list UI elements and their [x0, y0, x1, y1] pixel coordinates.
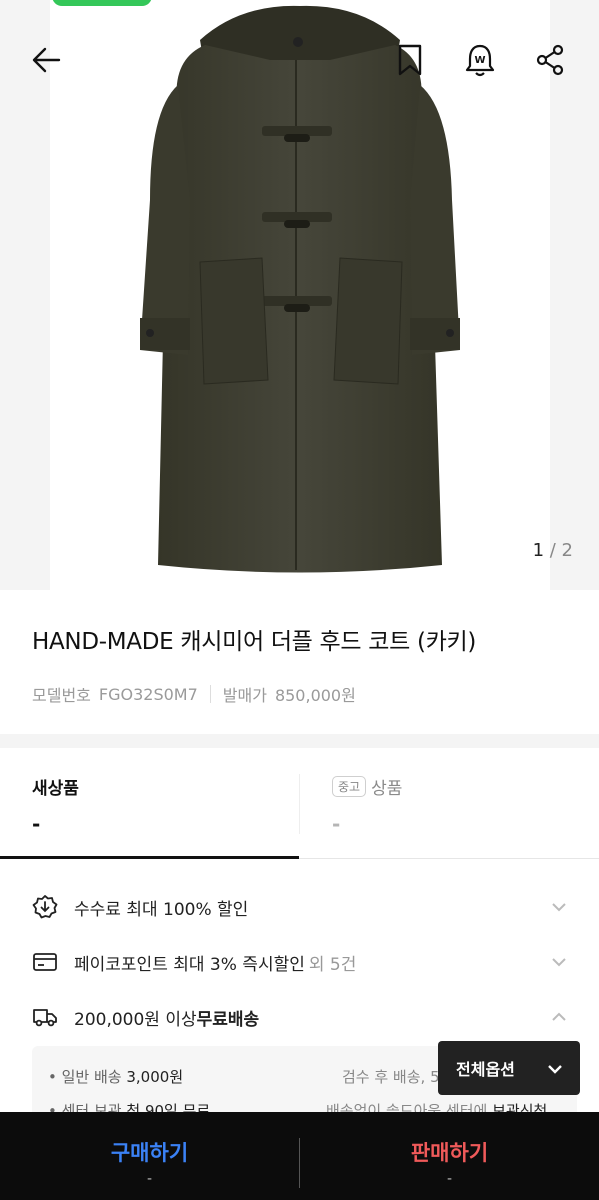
shipping-standard-value: 3,000원: [126, 1068, 184, 1086]
chevron-down-icon: [552, 958, 566, 967]
model-number-value: FGO32S0M7: [98, 684, 198, 704]
back-arrow-icon: [32, 47, 61, 73]
sell-button[interactable]: 판매하기 -: [300, 1112, 599, 1200]
price-alert-button[interactable]: W: [458, 38, 502, 82]
product-title: HAND-MADE 캐시미어 더플 후드 코트 (카키): [32, 629, 477, 655]
bottom-bar-divider: [299, 1138, 300, 1188]
benefit-shipping-bold: 무료배송: [196, 1009, 260, 1030]
shipping-standard-desc: 검수 후 배송, 5: [342, 1068, 440, 1086]
share-icon: [536, 44, 564, 76]
chevron-up-icon: [552, 1012, 566, 1021]
tab-used-product[interactable]: 중고 상품 -: [300, 748, 599, 858]
image-counter-total: / 2: [549, 540, 573, 561]
bookmark-icon: [398, 44, 422, 76]
price-alert-bell-icon: W: [465, 44, 495, 77]
tab-divider: [299, 774, 300, 834]
all-options-button[interactable]: 전체옵션: [438, 1041, 580, 1095]
benefit-payco-point[interactable]: 페이코포인트 최대 3% 즉시할인 외 5건: [32, 947, 572, 977]
used-badge: 중고: [332, 776, 367, 797]
share-button[interactable]: [528, 38, 572, 82]
benefit-payco-text: 페이코포인트 최대 3% 즉시할인: [74, 954, 305, 975]
tab-new-product[interactable]: 새상품 -: [0, 748, 299, 858]
buy-price: -: [146, 1171, 153, 1187]
benefit-fee-text: 수수료 최대 100% 할인: [74, 899, 249, 920]
tab-new-price: -: [32, 812, 41, 836]
shipping-standard-label: • 일반 배송: [48, 1068, 122, 1086]
benefit-payco-more: 외 5건: [308, 954, 357, 975]
chevron-down-icon: [552, 903, 566, 912]
discount-badge-icon: [32, 894, 58, 920]
tab-used-label: 상품: [371, 779, 403, 799]
tab-active-indicator: [0, 856, 299, 859]
sell-price: -: [446, 1171, 453, 1187]
meta-divider: [209, 685, 211, 703]
chevron-down-icon: [548, 1065, 562, 1074]
benefit-free-shipping[interactable]: 200,000원 이상 무료배송: [32, 1002, 572, 1032]
product-image-gallery[interactable]: W 1 / 2: [0, 0, 599, 590]
image-counter-current: 1: [532, 540, 545, 561]
buy-button[interactable]: 구매하기 -: [0, 1112, 299, 1200]
release-price-value: 850,000원: [274, 686, 356, 705]
card-icon: [32, 949, 58, 975]
image-counter: 1 / 2: [533, 540, 573, 561]
delivery-truck-icon: [32, 1004, 58, 1030]
duffle-coat-image: [140, 5, 460, 573]
model-number-label: 모델번호: [32, 686, 91, 705]
buy-label: 구매하기: [110, 1141, 189, 1165]
benefit-shipping-text: 200,000원 이상: [74, 1009, 197, 1030]
shipping-row-standard: • 일반 배송 3,000원: [48, 1066, 183, 1087]
all-options-label: 전체옵션: [456, 1060, 515, 1079]
back-button[interactable]: [25, 38, 69, 82]
tab-used-price: -: [332, 812, 341, 836]
product-meta: 모델번호 FGO32S0M7 발매가 850,000원: [32, 682, 356, 706]
sell-label: 판매하기: [410, 1141, 489, 1165]
benefit-fee-discount[interactable]: 수수료 최대 100% 할인: [32, 892, 572, 922]
bookmark-button[interactable]: [388, 38, 432, 82]
section-divider: [0, 734, 599, 748]
release-price-label: 발매가: [222, 686, 267, 705]
svg-text:W: W: [474, 55, 485, 66]
tab-new-label: 새상품: [32, 779, 79, 799]
tab-used-label-wrap: 중고 상품: [332, 774, 402, 799]
